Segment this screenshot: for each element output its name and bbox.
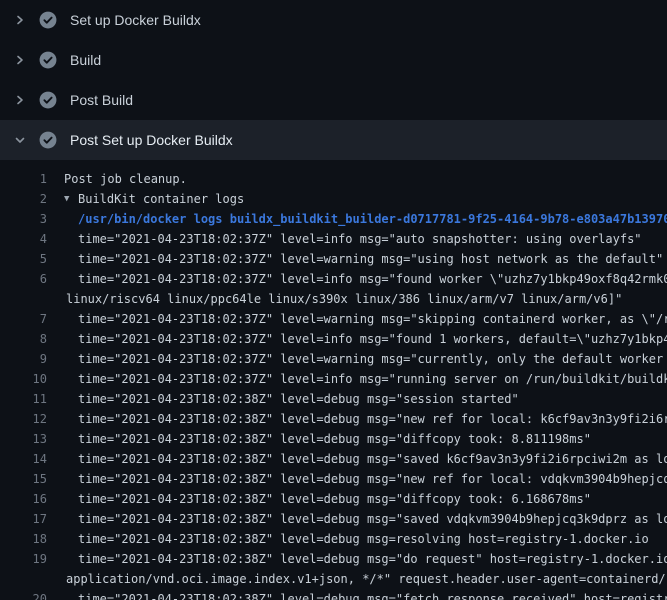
line-number[interactable]: 14 bbox=[0, 449, 47, 469]
step-title: Post Set up Docker Buildx bbox=[70, 132, 233, 148]
log-text: time="2021-04-23T18:02:38Z" level=debug … bbox=[78, 589, 667, 600]
line-number[interactable]: 8 bbox=[0, 329, 47, 349]
log-row: 8 time="2021-04-23T18:02:37Z" level=info … bbox=[0, 329, 667, 349]
line-number bbox=[0, 289, 47, 309]
log-text: time="2021-04-23T18:02:37Z" level=info m… bbox=[78, 229, 642, 249]
log-text: application/vnd.oci.image.index.v1+json,… bbox=[66, 569, 667, 589]
log-text: time="2021-04-23T18:02:38Z" level=debug … bbox=[78, 449, 667, 469]
actions-log-viewer: Set up Docker Buildx Build Post Build bbox=[0, 0, 667, 600]
log-row: linux/riscv64 linux/ppc64le linux/s390x … bbox=[0, 289, 667, 309]
log-row: 6 time="2021-04-23T18:02:37Z" level=info … bbox=[0, 269, 667, 289]
log-row: 3/usr/bin/docker logs buildx_buildkit_bu… bbox=[0, 209, 667, 229]
line-number[interactable]: 20 bbox=[0, 589, 47, 600]
step-title: Post Build bbox=[70, 92, 133, 108]
line-number[interactable]: 13 bbox=[0, 429, 47, 449]
line-number[interactable]: 11 bbox=[0, 389, 47, 409]
log-text: time="2021-04-23T18:02:37Z" level=warnin… bbox=[78, 309, 667, 329]
group-toggle-icon[interactable]: ▼ bbox=[64, 189, 78, 209]
log-rows: 1 Post job cleanup. 2 ▼BuildKit container l… bbox=[0, 160, 667, 600]
step-list: Set up Docker Buildx Build Post Build bbox=[0, 0, 667, 160]
step-title: Build bbox=[70, 52, 101, 68]
log-row: 5 time="2021-04-23T18:02:37Z" level=warni… bbox=[0, 249, 667, 269]
line-number[interactable]: 16 bbox=[0, 489, 47, 509]
line-number[interactable]: 15 bbox=[0, 469, 47, 489]
log-text: Post job cleanup. bbox=[64, 169, 187, 189]
chevron-down-icon[interactable] bbox=[12, 134, 28, 146]
chevron-right-icon[interactable] bbox=[12, 14, 28, 26]
log-text: time="2021-04-23T18:02:37Z" level=info m… bbox=[78, 269, 667, 289]
step-header-post-build[interactable]: Post Build bbox=[0, 80, 667, 120]
chevron-right-icon[interactable] bbox=[12, 54, 28, 66]
line-number[interactable]: 6 bbox=[0, 269, 47, 289]
step-header-post-set-up-docker-buildx[interactable]: Post Set up Docker Buildx bbox=[0, 120, 667, 160]
line-number[interactable]: 4 bbox=[0, 229, 47, 249]
line-number[interactable]: 17 bbox=[0, 509, 47, 529]
chevron-right-icon[interactable] bbox=[12, 94, 28, 106]
step-header-set-up-docker-buildx[interactable]: Set up Docker Buildx bbox=[0, 0, 667, 40]
log-text: time="2021-04-23T18:02:38Z" level=debug … bbox=[78, 489, 591, 509]
check-circle-icon bbox=[39, 11, 57, 29]
line-number[interactable]: 19 bbox=[0, 549, 47, 569]
check-circle-icon bbox=[39, 131, 57, 149]
log-text: time="2021-04-23T18:02:37Z" level=info m… bbox=[78, 369, 667, 389]
line-number[interactable]: 1 bbox=[0, 169, 47, 189]
log-text: time="2021-04-23T18:02:38Z" level=debug … bbox=[78, 469, 667, 489]
log-row: 13 time="2021-04-23T18:02:38Z" level=debu… bbox=[0, 429, 667, 449]
check-circle-icon bbox=[39, 91, 57, 109]
log-text: time="2021-04-23T18:02:37Z" level=info m… bbox=[78, 329, 667, 349]
log-row: 18 time="2021-04-23T18:02:38Z" level=debu… bbox=[0, 529, 667, 549]
log-text: time="2021-04-23T18:02:38Z" level=debug … bbox=[78, 549, 667, 569]
log-text: time="2021-04-23T18:02:37Z" level=warnin… bbox=[78, 349, 667, 369]
command-text: /usr/bin/docker logs buildx_buildkit_bui… bbox=[78, 209, 667, 229]
log-row: 14 time="2021-04-23T18:02:38Z" level=debu… bbox=[0, 449, 667, 469]
log-row: 10 time="2021-04-23T18:02:37Z" level=info… bbox=[0, 369, 667, 389]
log-row: 4 time="2021-04-23T18:02:37Z" level=info … bbox=[0, 229, 667, 249]
log-text[interactable]: BuildKit container logs bbox=[78, 189, 244, 209]
log-row: 15 time="2021-04-23T18:02:38Z" level=debu… bbox=[0, 469, 667, 489]
line-number[interactable]: 5 bbox=[0, 249, 47, 269]
line-number[interactable]: 2 bbox=[0, 189, 47, 209]
line-number[interactable]: 10 bbox=[0, 369, 47, 389]
step-title: Set up Docker Buildx bbox=[70, 12, 201, 28]
log-text: time="2021-04-23T18:02:38Z" level=debug … bbox=[78, 409, 667, 429]
line-number[interactable]: 12 bbox=[0, 409, 47, 429]
line-number[interactable]: 7 bbox=[0, 309, 47, 329]
log-text: time="2021-04-23T18:02:37Z" level=warnin… bbox=[78, 249, 663, 269]
line-number[interactable]: 9 bbox=[0, 349, 47, 369]
log-text: time="2021-04-23T18:02:38Z" level=debug … bbox=[78, 529, 649, 549]
log-row: 20 time="2021-04-23T18:02:38Z" level=debu… bbox=[0, 589, 667, 600]
log-row: 11 time="2021-04-23T18:02:38Z" level=debu… bbox=[0, 389, 667, 409]
log-row: 19 time="2021-04-23T18:02:38Z" level=debu… bbox=[0, 549, 667, 569]
log-text: linux/riscv64 linux/ppc64le linux/s390x … bbox=[66, 289, 622, 309]
step-header-build[interactable]: Build bbox=[0, 40, 667, 80]
log-row: 7 time="2021-04-23T18:02:37Z" level=warni… bbox=[0, 309, 667, 329]
log-row: 16 time="2021-04-23T18:02:38Z" level=debu… bbox=[0, 489, 667, 509]
log-text: time="2021-04-23T18:02:38Z" level=debug … bbox=[78, 389, 519, 409]
line-number[interactable]: 18 bbox=[0, 529, 47, 549]
line-number bbox=[0, 569, 47, 589]
check-circle-icon bbox=[39, 51, 57, 69]
log-row: 2 ▼BuildKit container logs bbox=[0, 189, 667, 209]
line-number[interactable]: 3 bbox=[0, 209, 47, 229]
log-row: 1 Post job cleanup. bbox=[0, 169, 667, 189]
log-text: time="2021-04-23T18:02:38Z" level=debug … bbox=[78, 429, 591, 449]
log-row: application/vnd.oci.image.index.v1+json,… bbox=[0, 569, 667, 589]
log-row: 12 time="2021-04-23T18:02:38Z" level=debu… bbox=[0, 409, 667, 429]
log-text: time="2021-04-23T18:02:38Z" level=debug … bbox=[78, 509, 667, 529]
log-row: 9 time="2021-04-23T18:02:37Z" level=warni… bbox=[0, 349, 667, 369]
log-row: 17 time="2021-04-23T18:02:38Z" level=debu… bbox=[0, 509, 667, 529]
